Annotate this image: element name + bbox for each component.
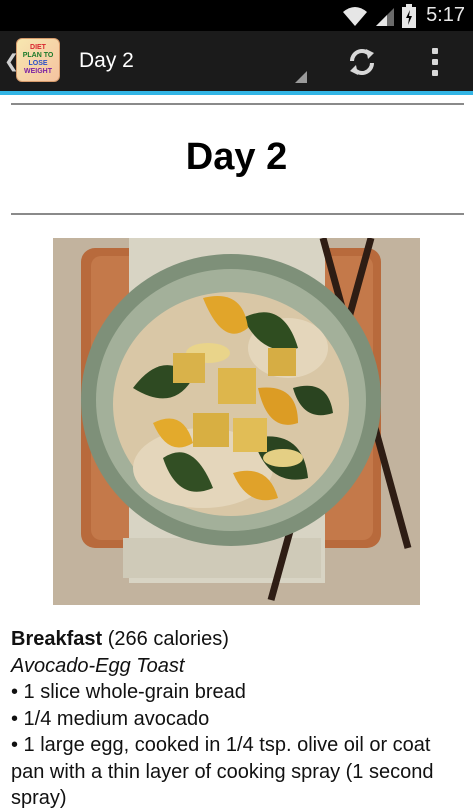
action-bar: ❮ DIET PLAN TO LOSE WEIGHT Day 2 [0,31,473,91]
logo-line: WEIGHT [24,68,52,75]
spinner-indicator-icon [295,71,307,83]
overflow-menu-button[interactable] [418,43,452,81]
app-logo[interactable]: DIET PLAN TO LOSE WEIGHT [16,38,60,82]
breakfast-label: Breakfast [11,628,103,650]
action-bar-accent [0,91,473,95]
battery-charging-icon [402,3,417,28]
logo-line: DIET [30,44,46,51]
ingredient-item: • 1 slice whole-grain bread [11,681,246,703]
signal-icon [376,7,395,26]
breakfast-heading: Breakfast (266 calories) [11,626,466,653]
food-bowl-photo [53,238,420,605]
wifi-icon [343,6,368,26]
status-time: 5:17 [426,4,465,26]
ingredient-item: • 1/4 medium avocado [11,707,210,730]
meal-description: Breakfast (266 calories) Avocado-Egg Toa… [11,626,466,812]
top-divider [11,103,464,105]
status-bar: 5:17 [0,0,473,31]
page-title: Day 2 [185,136,288,178]
bottom-divider [11,213,464,215]
breakfast-calories: (266 calories) [102,628,229,650]
status-icons: 5:17 [342,3,465,28]
overflow-dot [432,48,438,54]
refresh-button[interactable] [340,43,384,81]
logo-line: PLAN TO [22,52,54,59]
logo-line: LOSE [28,60,48,67]
overflow-dot [432,70,438,76]
recipe-name: Avocado-Egg Toast [11,654,185,677]
refresh-icon [350,49,374,75]
action-bar-title[interactable]: Day 2 [79,49,134,73]
overflow-dot [432,59,438,65]
